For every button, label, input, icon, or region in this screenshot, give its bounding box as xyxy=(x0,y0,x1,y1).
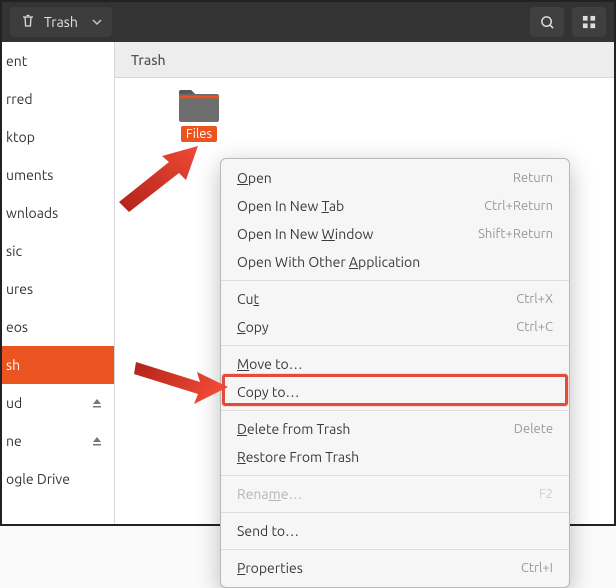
content-title: Trash xyxy=(115,42,614,78)
folder-icon xyxy=(177,86,221,124)
menu-cut[interactable]: Cut Ctrl+X xyxy=(221,285,569,313)
menu-separator xyxy=(221,410,569,411)
sidebar-item-starred[interactable]: rred xyxy=(2,80,114,118)
menu-open[interactable]: Open Return xyxy=(221,164,569,192)
menu-send-to[interactable]: Send to… xyxy=(221,517,569,545)
sidebar: ent rred ktop uments wnloads sic ures eo… xyxy=(2,42,115,524)
folder-label: Files xyxy=(181,126,217,142)
menu-separator xyxy=(221,512,569,513)
context-menu: Open Return Open In New Tab Ctrl+Return … xyxy=(220,158,570,588)
trash-icon xyxy=(20,13,36,32)
sidebar-item-pictures[interactable]: ures xyxy=(2,270,114,308)
menu-open-new-window[interactable]: Open In New Window Shift+Return xyxy=(221,220,569,248)
menu-delete-from-trash[interactable]: Delete from Trash Delete xyxy=(221,415,569,443)
menu-move-to[interactable]: Move to… xyxy=(221,350,569,378)
menu-copy-to[interactable]: Copy to… xyxy=(221,378,569,406)
menu-rename: Rename… F2 xyxy=(221,480,569,508)
sidebar-item-cloud[interactable]: ud xyxy=(2,384,114,422)
sidebar-item-google-drive[interactable]: ogle Drive xyxy=(2,460,114,498)
sidebar-item-music[interactable]: sic xyxy=(2,232,114,270)
menu-separator xyxy=(221,280,569,281)
search-button[interactable] xyxy=(530,7,564,37)
menu-copy[interactable]: Copy Ctrl+C xyxy=(221,313,569,341)
sidebar-item-documents[interactable]: uments xyxy=(2,156,114,194)
menu-properties[interactable]: Properties Ctrl+I xyxy=(221,554,569,582)
menu-separator xyxy=(221,475,569,476)
sidebar-item-downloads[interactable]: wnloads xyxy=(2,194,114,232)
location-button[interactable]: Trash xyxy=(10,7,112,37)
sidebar-item-trash[interactable]: sh xyxy=(2,346,114,384)
menu-separator xyxy=(221,345,569,346)
menu-restore-from-trash[interactable]: Restore From Trash xyxy=(221,443,569,471)
sidebar-item-desktop[interactable]: ktop xyxy=(2,118,114,156)
location-label: Trash xyxy=(44,14,78,30)
folder-item[interactable]: Files xyxy=(170,86,228,142)
sidebar-item-videos[interactable]: eos xyxy=(2,308,114,346)
menu-separator xyxy=(221,549,569,550)
view-button[interactable] xyxy=(572,7,606,37)
eject-icon[interactable] xyxy=(90,396,104,410)
sidebar-item-phone[interactable]: ne xyxy=(2,422,114,460)
chevron-down-icon xyxy=(92,14,102,30)
eject-icon[interactable] xyxy=(90,434,104,448)
topbar: Trash xyxy=(2,2,614,42)
menu-open-new-tab[interactable]: Open In New Tab Ctrl+Return xyxy=(221,192,569,220)
sidebar-item-recent[interactable]: ent xyxy=(2,42,114,80)
menu-open-with-other[interactable]: Open With Other Application xyxy=(221,248,569,276)
topbar-actions xyxy=(530,7,606,37)
